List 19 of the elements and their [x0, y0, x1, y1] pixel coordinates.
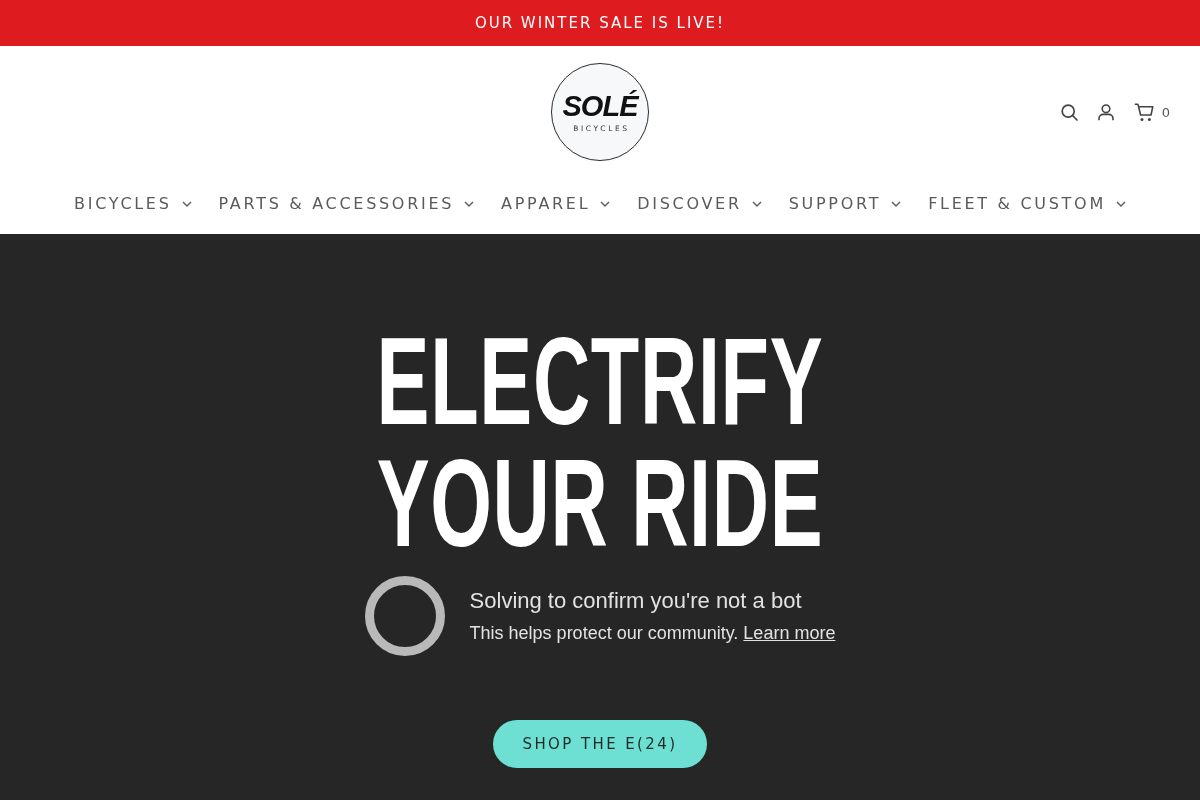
nav-link[interactable]: FLEET & CUSTOM: [928, 194, 1126, 215]
search-icon[interactable]: [1060, 103, 1078, 121]
shop-button[interactable]: SHOP THE E(24): [492, 720, 708, 768]
nav-link[interactable]: PARTS & ACCESSORIES: [218, 194, 475, 215]
bot-check-message: This helps protect our community. Learn more: [469, 623, 836, 644]
cart-icon[interactable]: [1133, 102, 1154, 122]
nav-link[interactable]: DISCOVER: [637, 194, 762, 215]
hero-heading: ELECTRIFY: [376, 320, 824, 442]
nav-link[interactable]: APPAREL: [501, 194, 611, 215]
logo-wordmark: SOLÉ: [562, 91, 638, 121]
spinner-icon: [364, 576, 445, 656]
nav-link[interactable]: BICYCLES: [74, 194, 192, 215]
learn-more-link[interactable]: Learn more: [743, 623, 836, 643]
announcement-text: OUR WINTER SALE IS LIVE!: [474, 14, 726, 32]
bot-check-title: Solving to confirm you're not a bot: [469, 588, 803, 614]
hero-heading: YOUR RIDE: [376, 442, 824, 564]
nav-link[interactable]: SUPPORT: [788, 194, 902, 215]
cart-count: 0: [1161, 104, 1170, 120]
account-icon[interactable]: [1097, 103, 1114, 121]
